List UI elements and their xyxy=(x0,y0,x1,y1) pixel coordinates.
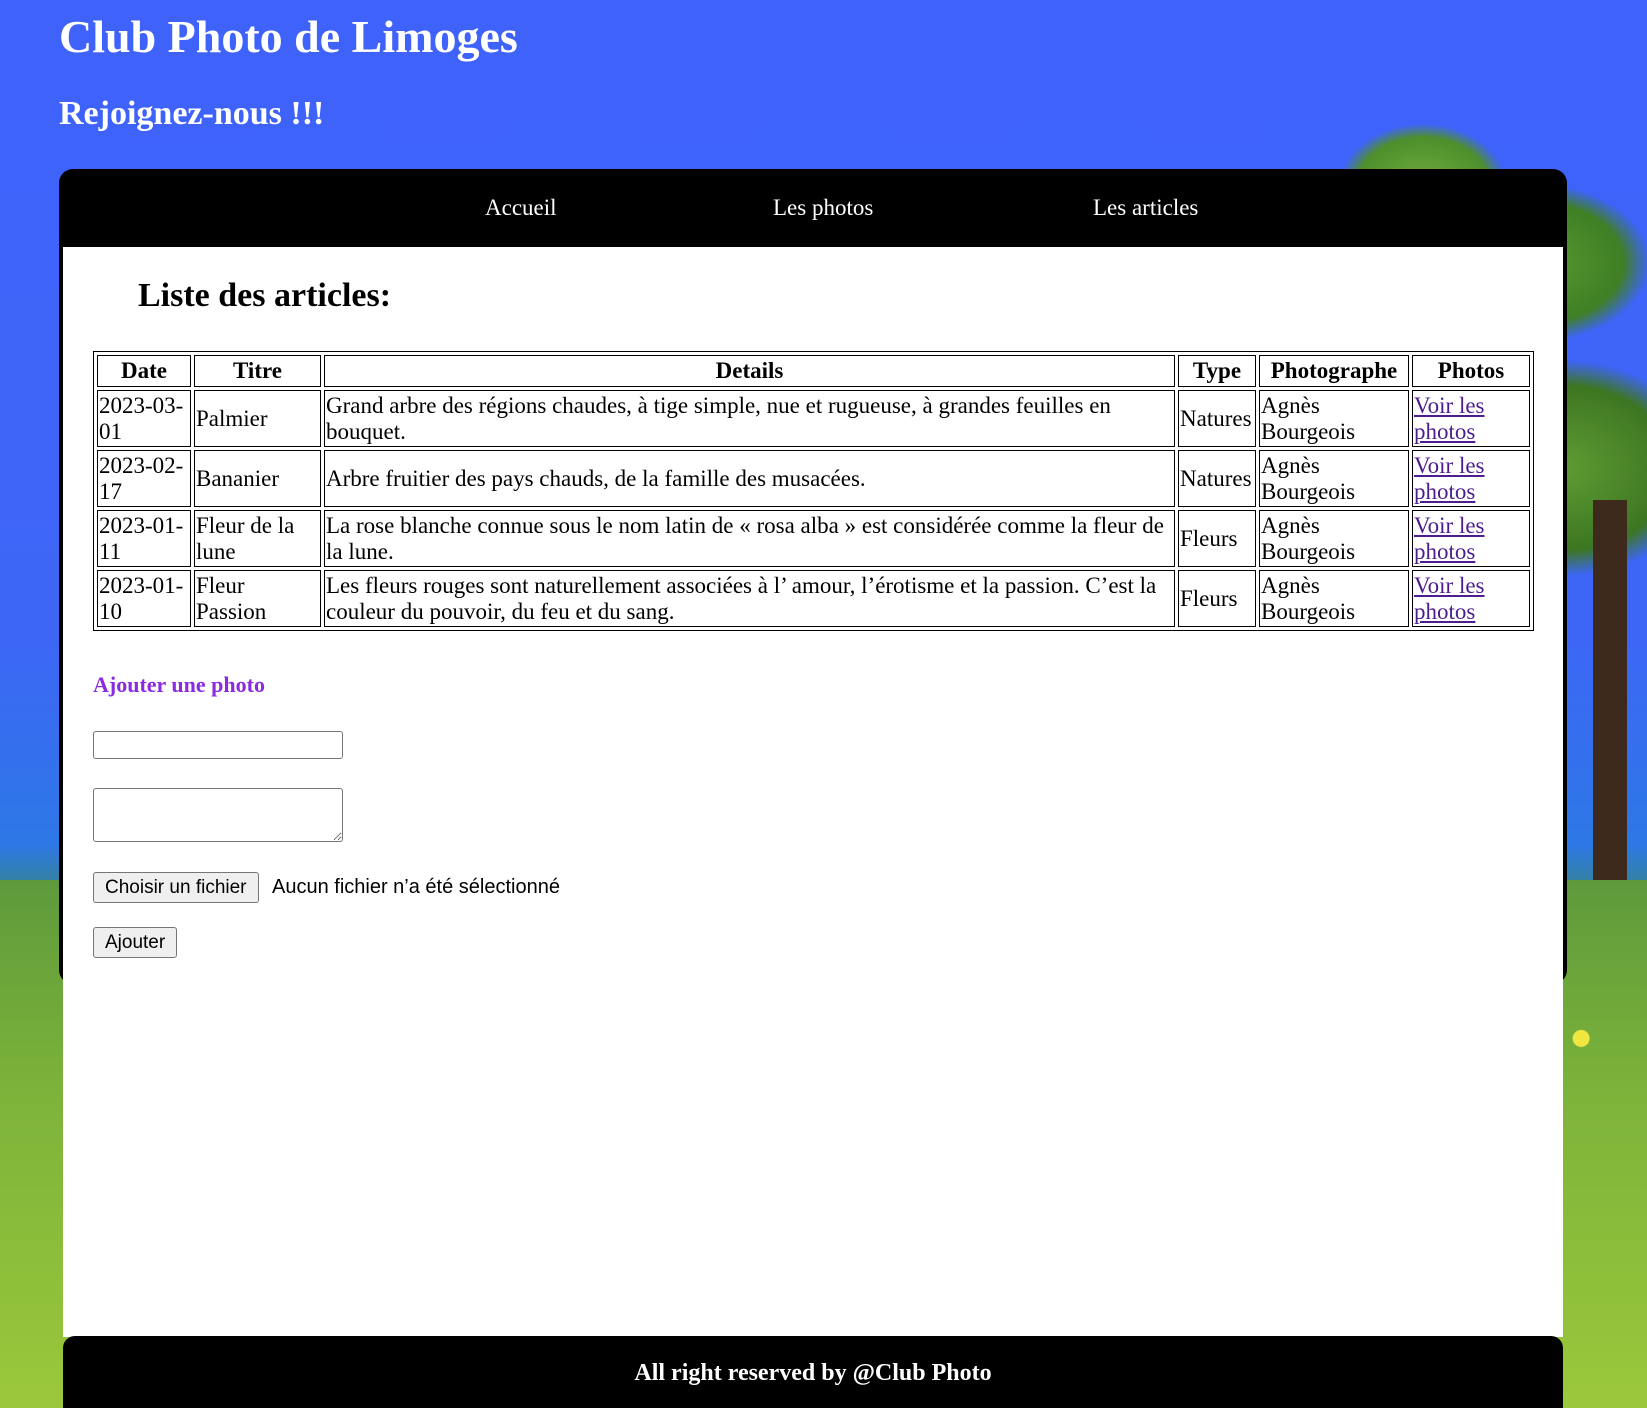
cell-titre: Bananier xyxy=(194,450,321,507)
view-photos-link[interactable]: Voir les photos xyxy=(1414,453,1485,504)
nav-item-accueil[interactable]: Accueil xyxy=(485,195,557,221)
column-header-titre: Titre xyxy=(194,355,321,387)
view-photos-link[interactable]: Voir les photos xyxy=(1414,573,1485,624)
articles-table: Date Titre Details Type Photographe Phot… xyxy=(93,351,1534,631)
cell-type: Fleurs xyxy=(1178,570,1256,627)
table-row: 2023-02-17 Bananier Arbre fruitier des p… xyxy=(97,450,1530,507)
footer: All right reserved by @Club Photo xyxy=(63,1336,1563,1408)
cell-type: Fleurs xyxy=(1178,510,1256,567)
cell-type: Natures xyxy=(1178,450,1256,507)
cell-details: Grand arbre des régions chaudes, à tige … xyxy=(324,390,1175,447)
cell-titre: Fleur Passion xyxy=(194,570,321,627)
footer-text: All right reserved by @Club Photo xyxy=(634,1360,992,1386)
site-title: Club Photo de Limoges xyxy=(59,11,518,62)
cell-details: Arbre fruitier des pays chauds, de la fa… xyxy=(324,450,1175,507)
table-row: 2023-01-10 Fleur Passion Les fleurs roug… xyxy=(97,570,1530,627)
table-row: 2023-01-11 Fleur de la lune La rose blan… xyxy=(97,510,1530,567)
column-header-details: Details xyxy=(324,355,1175,387)
column-header-photographe: Photographe xyxy=(1259,355,1409,387)
view-photos-link[interactable]: Voir les photos xyxy=(1414,513,1485,564)
column-header-type: Type xyxy=(1178,355,1256,387)
add-photo-heading: Ajouter une photo xyxy=(93,672,265,697)
view-photos-link[interactable]: Voir les photos xyxy=(1414,393,1485,444)
content-panel: Liste des articles: Date Titre Details T… xyxy=(63,247,1563,1337)
cell-photographe: Agnès Bourgeois xyxy=(1259,570,1409,627)
main-nav: Accueil Les photos Les articles xyxy=(59,169,1567,247)
choose-file-button[interactable]: Choisir un fichier xyxy=(93,872,259,903)
cell-date: 2023-01-10 xyxy=(97,570,191,627)
table-header-row: Date Titre Details Type Photographe Phot… xyxy=(97,355,1530,387)
cell-date: 2023-01-11 xyxy=(97,510,191,567)
page-heading: Liste des articles: xyxy=(138,277,392,314)
cell-titre: Palmier xyxy=(194,390,321,447)
cell-date: 2023-03-01 xyxy=(97,390,191,447)
cell-details: La rose blanche connue sous le nom latin… xyxy=(324,510,1175,567)
cell-titre: Fleur de la lune xyxy=(194,510,321,567)
cell-photographe: Agnès Bourgeois xyxy=(1259,450,1409,507)
site-subtitle: Rejoignez-nous !!! xyxy=(59,95,325,132)
photo-description-textarea[interactable] xyxy=(93,788,343,842)
cell-photographe: Agnès Bourgeois xyxy=(1259,390,1409,447)
cell-date: 2023-02-17 xyxy=(97,450,191,507)
photo-title-input[interactable] xyxy=(93,731,343,759)
nav-item-les-articles[interactable]: Les articles xyxy=(1093,195,1198,221)
column-header-date: Date xyxy=(97,355,191,387)
cell-details: Les fleurs rouges sont naturellement ass… xyxy=(324,570,1175,627)
column-header-photos: Photos xyxy=(1412,355,1530,387)
cell-photos: Voir les photos xyxy=(1412,390,1530,447)
nav-item-les-photos[interactable]: Les photos xyxy=(773,195,873,221)
cell-photos: Voir les photos xyxy=(1412,450,1530,507)
table-row: 2023-03-01 Palmier Grand arbre des régio… xyxy=(97,390,1530,447)
file-status-text: Aucun fichier n’a été sélectionné xyxy=(272,876,560,898)
cell-photographe: Agnès Bourgeois xyxy=(1259,510,1409,567)
cell-photos: Voir les photos xyxy=(1412,510,1530,567)
cell-type: Natures xyxy=(1178,390,1256,447)
background-tree-trunk xyxy=(1593,500,1627,920)
cell-photos: Voir les photos xyxy=(1412,570,1530,627)
add-button[interactable]: Ajouter xyxy=(93,927,178,958)
